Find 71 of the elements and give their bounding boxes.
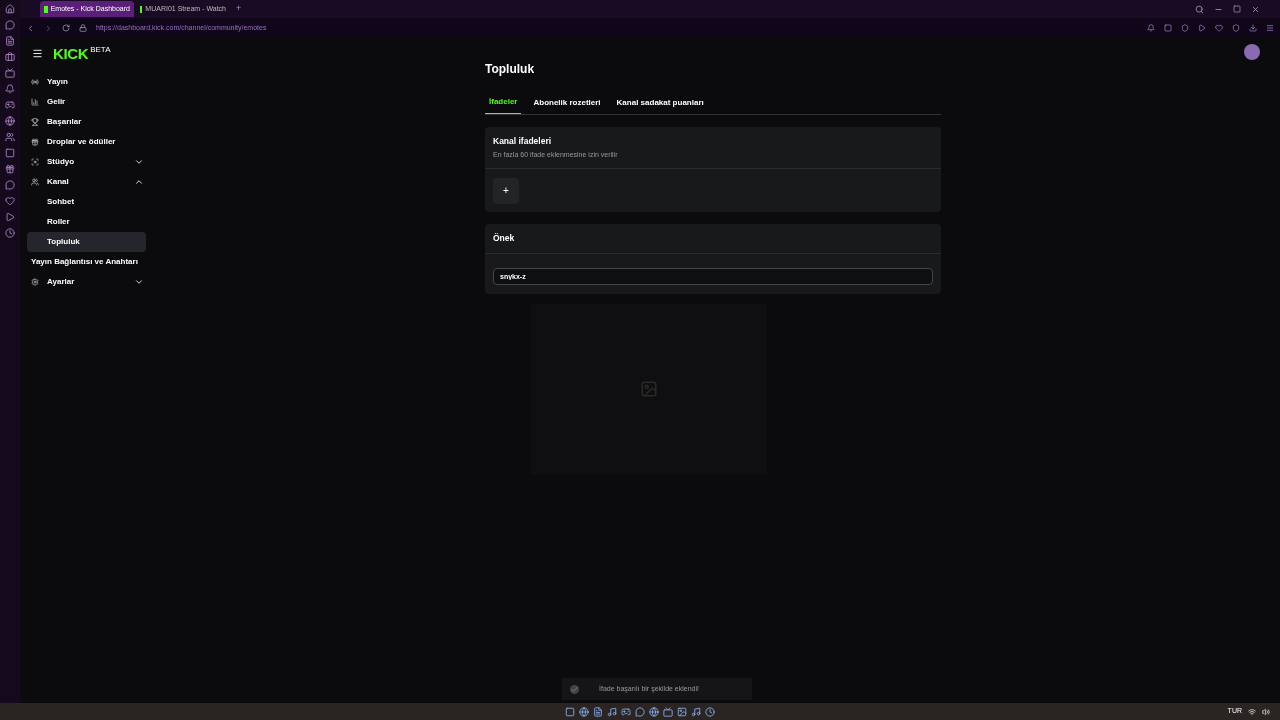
close-icon[interactable] (1251, 4, 1260, 14)
sidebar-subitem[interactable]: Roller (27, 212, 146, 232)
beta-label: BETA (90, 45, 111, 54)
sidebar-app-icon[interactable] (5, 148, 15, 158)
extension-icon[interactable] (1249, 24, 1257, 32)
image-icon (640, 379, 658, 398)
sidebar-item[interactable]: Stüdyo (27, 152, 146, 172)
sidebar-subitem[interactable]: Topluluk (27, 232, 146, 252)
sidebar-app-icon[interactable] (5, 20, 15, 30)
taskbar-app-icon[interactable] (621, 706, 631, 717)
sidebar-app-icon[interactable] (5, 116, 15, 126)
page-tab[interactable]: Abonelik rozetleri (529, 96, 605, 114)
sidebar-subitem[interactable]: Sohbet (27, 192, 146, 212)
taskbar-app-icon[interactable] (607, 706, 617, 717)
sidebar-app-icon[interactable] (5, 100, 15, 110)
extension-icon[interactable] (1266, 24, 1274, 32)
kick-logo[interactable]: KICK (53, 45, 89, 61)
extension-icon[interactable] (1181, 24, 1189, 32)
nav-icon (31, 78, 39, 86)
extension-icon[interactable] (1147, 24, 1155, 32)
new-tab-button[interactable]: + (232, 2, 246, 16)
sidebar-app-icon[interactable] (5, 68, 15, 78)
back-icon[interactable] (26, 23, 35, 33)
taskbar-app-icon[interactable] (649, 706, 659, 717)
taskbar-app-icon[interactable] (593, 706, 603, 717)
sidebar-app-icon[interactable] (5, 84, 15, 94)
sidebar-item[interactable]: Gelir (27, 92, 146, 112)
card-title: Önek (493, 231, 516, 245)
check-icon (570, 684, 579, 694)
page-title: Topluluk (485, 61, 535, 78)
sidebar-app-icon[interactable] (5, 164, 15, 174)
sidebar-app-icon[interactable] (5, 52, 15, 62)
nav-icon (31, 178, 39, 186)
sidebar-app-icon[interactable] (5, 36, 15, 46)
lock-icon (79, 24, 87, 32)
sidebar-item[interactable]: Ayarlar (27, 272, 146, 292)
taskbar-app-icon[interactable] (579, 706, 589, 717)
reload-icon[interactable] (62, 24, 70, 32)
extension-icon[interactable] (1232, 24, 1240, 32)
sidebar-item[interactable]: Kanal (27, 172, 146, 192)
sidebar-app-icon[interactable] (5, 132, 15, 142)
add-emote-button[interactable]: + (493, 177, 519, 204)
extension-icon[interactable] (1198, 24, 1206, 32)
sidebar-app-icon[interactable] (5, 4, 15, 14)
nav-icon (31, 118, 39, 126)
search-icon[interactable] (1195, 4, 1204, 14)
taskbar-app-icon[interactable] (691, 706, 701, 717)
taskbar-app-icon[interactable] (565, 706, 575, 717)
volume-icon[interactable] (1262, 707, 1270, 716)
nav-icon (31, 278, 39, 286)
taskbar-app-icon[interactable] (663, 706, 673, 717)
taskbar-app-icon[interactable] (705, 706, 715, 717)
taskbar-app-icon[interactable] (635, 706, 645, 717)
nav-icon (31, 138, 39, 146)
nav-icon (31, 158, 39, 166)
extension-icon[interactable] (1215, 24, 1223, 32)
card-title: Kanal ifadeleri (493, 135, 553, 148)
wifi-icon[interactable] (1248, 707, 1256, 716)
maximize-icon[interactable] (1233, 5, 1241, 13)
menu-icon[interactable] (32, 47, 43, 59)
sidebar-app-icon[interactable] (5, 228, 15, 238)
page-tab[interactable]: Kanal sadakat puanları (612, 96, 708, 114)
sidebar-item[interactable]: Başarılar (27, 112, 146, 132)
nav-icon (31, 98, 39, 106)
taskbar-app-icon[interactable] (677, 706, 687, 717)
sidebar-item[interactable]: Yayın Bağlantısı ve Anahtarı (27, 252, 146, 272)
page-tab[interactable]: İfadeler (485, 96, 522, 114)
extension-icon[interactable] (1164, 24, 1172, 32)
sidebar-item[interactable]: Droplar ve ödüller (27, 132, 146, 152)
avatar[interactable] (1244, 44, 1260, 60)
sidebar-item[interactable]: Yayın (27, 72, 146, 92)
